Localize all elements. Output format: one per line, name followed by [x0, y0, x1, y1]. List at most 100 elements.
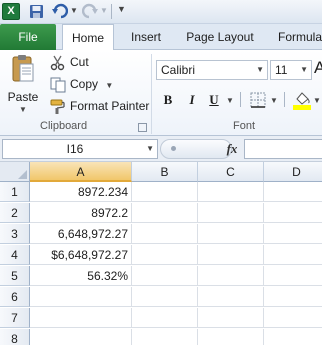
copy-label: Copy: [70, 77, 99, 91]
cell-c4[interactable]: [198, 245, 264, 265]
cell-a7[interactable]: [30, 308, 132, 328]
row-header-6[interactable]: 6: [0, 287, 30, 307]
borders-dropdown-icon[interactable]: ▼: [270, 96, 278, 105]
row-header-5[interactable]: 5: [0, 266, 30, 286]
cell-a4[interactable]: $6,648,972.27: [30, 245, 132, 265]
row-header-4[interactable]: 4: [0, 245, 30, 265]
ribbon-home: Paste ▼ Cut Copy ▼ Format Painter Clipbo…: [0, 50, 322, 136]
cell-d5[interactable]: [264, 266, 322, 286]
row-header-2[interactable]: 2: [0, 203, 30, 223]
column-header-a[interactable]: A: [30, 162, 132, 182]
cell-d3[interactable]: [264, 224, 322, 244]
copy-button[interactable]: Copy ▼: [50, 74, 113, 94]
font-divider: [240, 92, 241, 107]
name-box-value: I16: [66, 142, 84, 156]
format-painter-button[interactable]: Format Painter: [50, 96, 149, 116]
cell-a6[interactable]: [30, 287, 132, 307]
ribbon-group-divider: [151, 54, 152, 134]
fill-color-dropdown-icon[interactable]: ▼: [313, 96, 321, 105]
font-divider-2: [284, 92, 285, 107]
cell-d2[interactable]: [264, 203, 322, 223]
font-size-select[interactable]: 11 ▼: [270, 60, 312, 80]
cut-label: Cut: [70, 55, 89, 69]
row-header-8[interactable]: 8: [0, 329, 30, 345]
tab-file[interactable]: File: [0, 24, 56, 50]
grow-font-button[interactable]: A: [314, 58, 322, 78]
cell-c3[interactable]: [198, 224, 264, 244]
paintbrush-icon: [50, 99, 65, 114]
redo-icon[interactable]: [82, 3, 98, 20]
cell-b4[interactable]: [132, 245, 198, 265]
cell-c1[interactable]: [198, 182, 264, 202]
paste-dropdown-icon[interactable]: ▼: [2, 105, 44, 114]
cell-d8[interactable]: [264, 329, 322, 345]
row-header-7[interactable]: 7: [0, 308, 30, 328]
tab-insert[interactable]: Insert: [126, 24, 166, 50]
excel-logo-icon[interactable]: X: [2, 3, 20, 20]
cell-a2[interactable]: 8972.2: [30, 203, 132, 223]
cell-b5[interactable]: [132, 266, 198, 286]
tab-formulas[interactable]: Formula: [272, 24, 322, 50]
tab-home[interactable]: Home: [62, 24, 114, 51]
cell-c6[interactable]: [198, 287, 264, 307]
column-header-d[interactable]: D: [264, 162, 322, 182]
clipboard-dialog-launcher-icon[interactable]: [138, 123, 147, 132]
cell-c7[interactable]: [198, 308, 264, 328]
borders-icon[interactable]: [250, 92, 266, 108]
column-header-b[interactable]: B: [132, 162, 198, 182]
worksheet-grid: A B C D 1 8972.234 2 8972.2 3 6,648,972.27 4 $6,648…: [0, 162, 322, 345]
column-header-c[interactable]: C: [198, 162, 264, 182]
paste-button[interactable]: Paste ▼: [2, 52, 44, 116]
quick-access-toolbar: X ▼ ▼ ▼: [0, 0, 322, 24]
cell-d6[interactable]: [264, 287, 322, 307]
fill-color-icon[interactable]: [293, 90, 311, 110]
save-icon[interactable]: [29, 3, 44, 20]
font-group-label: Font: [233, 120, 256, 132]
cell-a8[interactable]: [30, 329, 132, 345]
cell-c8[interactable]: [198, 329, 264, 345]
select-all-button[interactable]: [0, 162, 30, 182]
font-name-value: Calibri: [161, 63, 196, 77]
clipboard-group-label: Clipboard: [40, 120, 88, 132]
tab-page-layout[interactable]: Page Layout: [182, 24, 258, 50]
undo-icon[interactable]: [52, 3, 68, 20]
cell-b1[interactable]: [132, 182, 198, 202]
font-name-dropdown-icon[interactable]: ▼: [256, 61, 264, 79]
name-box-dropdown-icon[interactable]: ▼: [146, 140, 154, 158]
bold-button[interactable]: B: [160, 90, 176, 110]
copy-icon: [50, 77, 66, 93]
splitter-grip-icon: [171, 146, 176, 151]
format-painter-label: Format Painter: [70, 99, 150, 113]
underline-button[interactable]: U: [206, 90, 222, 110]
font-size-value: 11: [275, 63, 288, 77]
cell-d4[interactable]: [264, 245, 322, 265]
customize-dropdown-icon[interactable]: ▼: [117, 4, 126, 14]
copy-dropdown-icon[interactable]: ▼: [105, 81, 113, 90]
name-box[interactable]: I16 ▼: [2, 139, 158, 159]
cell-a5[interactable]: 56.32%: [30, 266, 132, 286]
cut-button[interactable]: Cut: [50, 52, 89, 72]
cell-b6[interactable]: [132, 287, 198, 307]
paste-icon: [12, 55, 34, 82]
row-header-1[interactable]: 1: [0, 182, 30, 202]
undo-dropdown-icon[interactable]: ▼: [70, 6, 78, 15]
paste-label: Paste: [7, 90, 39, 104]
cell-b3[interactable]: [132, 224, 198, 244]
cell-c5[interactable]: [198, 266, 264, 286]
formula-input[interactable]: [244, 139, 322, 159]
italic-button[interactable]: I: [184, 90, 200, 110]
insert-function-button[interactable]: fx: [222, 139, 242, 159]
font-size-dropdown-icon[interactable]: ▼: [300, 61, 308, 79]
underline-dropdown-icon[interactable]: ▼: [226, 96, 234, 105]
cell-d7[interactable]: [264, 308, 322, 328]
cell-a3[interactable]: 6,648,972.27: [30, 224, 132, 244]
cell-d1[interactable]: [264, 182, 322, 202]
cell-b8[interactable]: [132, 329, 198, 345]
cell-c2[interactable]: [198, 203, 264, 223]
row-header-3[interactable]: 3: [0, 224, 30, 244]
font-name-select[interactable]: Calibri ▼: [156, 60, 268, 80]
ribbon-tabs: File Home Insert Page Layout Formula: [0, 24, 322, 51]
cell-a1[interactable]: 8972.234: [30, 182, 132, 202]
cell-b2[interactable]: [132, 203, 198, 223]
cell-b7[interactable]: [132, 308, 198, 328]
